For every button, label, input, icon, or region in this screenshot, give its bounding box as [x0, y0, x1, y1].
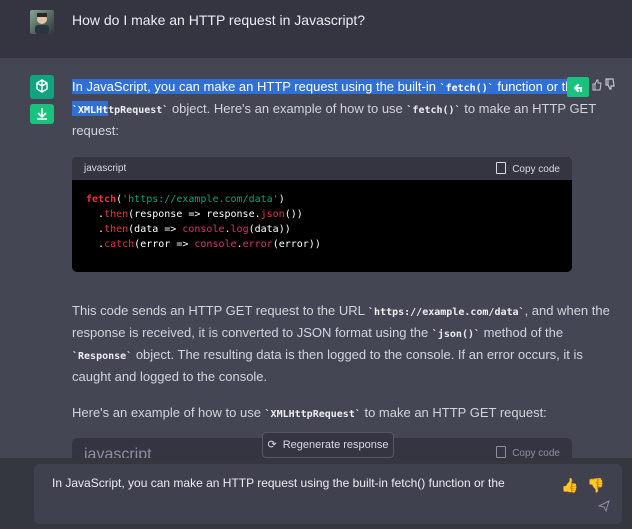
- inline-code: `Response`: [72, 351, 133, 362]
- copy-code-button[interactable]: Copy code: [496, 162, 560, 175]
- refresh-icon: ⟳: [267, 439, 277, 451]
- code-token: log: [230, 224, 249, 235]
- para-text: Here's an example of how to use: [72, 405, 265, 420]
- second-intro-paragraph: Here's an example of how to use `XMLHttp…: [72, 402, 578, 424]
- download-icon[interactable]: [30, 104, 54, 124]
- inline-code: `fetch()`: [439, 83, 494, 94]
- code-token: (response => response.: [128, 209, 261, 220]
- reply-arrow-icon[interactable]: [567, 77, 589, 97]
- code-token: .: [86, 239, 105, 250]
- code-token: json: [260, 209, 285, 220]
- para-text: response is received, it is converted to…: [72, 325, 432, 340]
- code-token: (error =>: [134, 239, 195, 250]
- code-token: then: [104, 209, 129, 220]
- thumbs-up-icon[interactable]: [592, 79, 602, 94]
- inline-code: `XMLHttpRequest`: [264, 409, 361, 420]
- inline-code: tpRequest`: [108, 105, 169, 116]
- code-token: error: [242, 239, 273, 250]
- clipboard-icon: [496, 162, 507, 174]
- code-token: ): [278, 194, 285, 205]
- para-text: object. The resulting data is then logge…: [132, 347, 583, 362]
- para-text: caught and logged to the console.: [72, 369, 268, 384]
- code-token: catch: [104, 239, 135, 250]
- code-token: console: [182, 224, 225, 235]
- code-token: .: [86, 209, 105, 220]
- code-token: console: [194, 239, 237, 250]
- para-text: This code sends an HTTP GET request to t…: [72, 303, 369, 318]
- para-text: to make an HTTP GET request:: [360, 405, 547, 420]
- regenerate-response-button[interactable]: ⟳ Regenerate response: [262, 432, 394, 458]
- message-input[interactable]: In JavaScript, you can make an HTTP requ…: [34, 464, 622, 524]
- code-token: (data =>: [128, 224, 183, 235]
- assistant-answer-intro: In JavaScript, you can make an HTTP requ…: [72, 76, 596, 142]
- code-block-header: javascript Copy code: [72, 157, 572, 180]
- inline-code: `XMLHt: [72, 105, 109, 116]
- clipboard-icon: [496, 446, 507, 458]
- thumbs-down-emoji-icon[interactable]: 👎: [587, 477, 604, 494]
- message-input-text[interactable]: In JavaScript, you can make an HTTP requ…: [52, 476, 505, 490]
- code-block: javascript Copy code fetch('https://exam…: [72, 157, 572, 272]
- code-token: fetch: [86, 194, 117, 205]
- openai-logo-icon: [30, 75, 54, 99]
- code-token: ()): [284, 209, 303, 220]
- copy-code-label: Copy code: [512, 164, 560, 175]
- code-token: (data)): [248, 224, 291, 235]
- answer-text: request:: [72, 123, 119, 138]
- code-language-label: javascript: [84, 163, 127, 174]
- code-token: then: [104, 224, 129, 235]
- para-text: method of the: [480, 325, 564, 340]
- answer-text: In JavaScript, you can make an HTTP requ…: [72, 79, 440, 94]
- code-token: (error)): [272, 239, 321, 250]
- explanation-paragraph: This code sends an HTTP GET request to t…: [72, 300, 610, 388]
- send-icon[interactable]: [598, 500, 610, 512]
- code-token: .: [86, 224, 105, 235]
- regenerate-label: Regenerate response: [282, 439, 389, 451]
- user-message-row: How do I make an HTTP request in Javascr…: [0, 0, 632, 58]
- thumbs-down-icon[interactable]: [604, 78, 616, 94]
- code-content: fetch('https://example.com/data') .then(…: [72, 180, 572, 252]
- thumbs-up-emoji-icon[interactable]: 👍: [561, 477, 578, 494]
- inline-code: `https://example.com/data`: [368, 307, 525, 318]
- answer-text: to make an HTTP GET: [460, 101, 597, 116]
- user-question: How do I make an HTTP request in Javascr…: [72, 12, 366, 28]
- answer-text: object. Here's an example of how to use: [168, 101, 407, 116]
- user-avatar: [30, 10, 54, 34]
- inline-code: `fetch()`: [406, 105, 461, 116]
- inline-code: `json()`: [431, 329, 481, 340]
- para-text: , and when the: [524, 303, 610, 318]
- code-token: 'https://example.com/data': [122, 194, 279, 205]
